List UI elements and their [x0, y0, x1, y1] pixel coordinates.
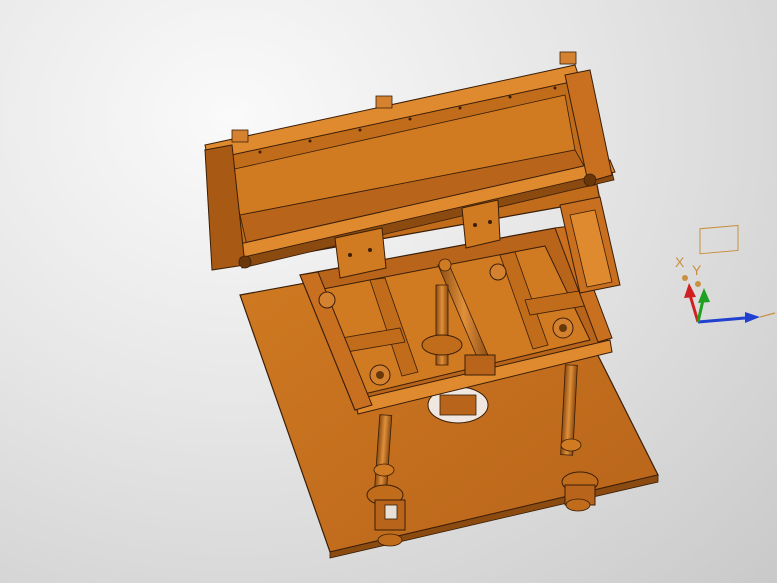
cad-viewport[interactable]: X Y	[0, 0, 777, 583]
cad-model[interactable]	[0, 0, 777, 583]
axis-x-label: X	[675, 254, 685, 270]
axis-y-label: Y	[692, 262, 702, 278]
